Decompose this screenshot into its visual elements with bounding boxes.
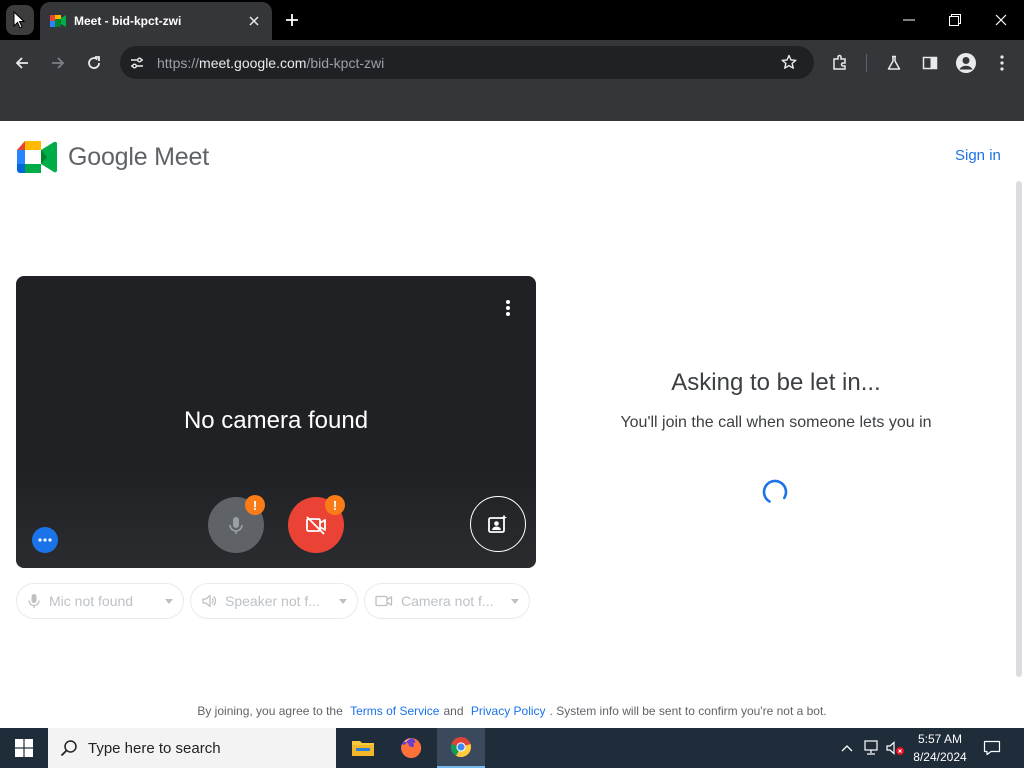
- volume-muted-icon[interactable]: [884, 728, 906, 768]
- tab-close-icon[interactable]: [246, 13, 262, 29]
- terms-link[interactable]: Terms of Service: [350, 704, 439, 718]
- chevron-down-icon: [511, 598, 519, 604]
- more-actions-button[interactable]: [32, 527, 58, 553]
- more-options-icon[interactable]: [500, 296, 516, 320]
- page-scrollbar[interactable]: [1016, 181, 1022, 677]
- url-text: https://meet.google.com/bid-kpct-zwi: [157, 55, 385, 71]
- speaker-icon: [202, 594, 217, 608]
- clock-date: 8/24/2024: [913, 750, 967, 764]
- restore-icon[interactable]: [932, 0, 978, 40]
- windows-taskbar: Type here to search 5:57 AM 8/24/2024: [0, 728, 1024, 768]
- preview-gradient: [16, 468, 536, 568]
- tray-chevron-up-icon[interactable]: [838, 728, 856, 768]
- logo-text: Google Meet: [68, 142, 209, 171]
- browser-toolbar: https://meet.google.com/bid-kpct-zwi: [0, 40, 1024, 85]
- mic-toggle-button[interactable]: !: [208, 495, 265, 553]
- bookmark-star-icon[interactable]: [781, 54, 797, 70]
- visual-effects-button[interactable]: [470, 496, 526, 552]
- file-explorer-icon[interactable]: [339, 728, 387, 768]
- new-tab-icon[interactable]: [281, 9, 303, 31]
- speaker-selector-label: Speaker not f...: [225, 593, 320, 609]
- browser-menu-icon[interactable]: [987, 48, 1017, 78]
- meet-logo-icon: [17, 141, 57, 173]
- meet-page: Google Meet Sign in No camera found ! !: [0, 121, 1024, 728]
- footer-prefix: By joining, you agree to the: [197, 704, 343, 718]
- mic-off-icon: [229, 517, 243, 534]
- camera-icon: [375, 595, 393, 607]
- mic-icon: [28, 594, 40, 608]
- more-horizontal-icon: [38, 538, 52, 542]
- toolbar-divider: [866, 54, 867, 72]
- video-preview: No camera found ! !: [16, 276, 536, 568]
- status-title: Asking to be let in...: [671, 369, 881, 396]
- status-subtitle: You'll join the call when someone lets y…: [620, 414, 932, 431]
- network-icon[interactable]: [860, 728, 882, 768]
- start-button[interactable]: [0, 728, 48, 768]
- notifications-icon[interactable]: [978, 728, 1006, 768]
- reload-icon[interactable]: [79, 48, 109, 78]
- tab-title: Meet - bid-kpct-zwi: [74, 14, 182, 28]
- mic-selector[interactable]: Mic not found: [16, 583, 184, 619]
- sign-in-link[interactable]: Sign in: [955, 147, 1001, 164]
- camera-selector[interactable]: Camera not f...: [364, 583, 530, 619]
- browser-titlebar: Meet - bid-kpct-zwi: [0, 0, 1024, 40]
- system-clock[interactable]: 5:57 AM 8/24/2024: [905, 730, 975, 766]
- speaker-selector[interactable]: Speaker not f...: [190, 583, 358, 619]
- minimize-icon[interactable]: [886, 0, 932, 40]
- tab-search-button[interactable]: [6, 5, 34, 35]
- spinner-icon: [762, 479, 788, 505]
- firefox-icon[interactable]: [387, 728, 435, 768]
- site-settings-icon[interactable]: [129, 55, 145, 71]
- search-icon: [60, 740, 77, 757]
- side-panel-icon[interactable]: [915, 48, 945, 78]
- cursor-icon: [13, 11, 26, 29]
- address-bar[interactable]: https://meet.google.com/bid-kpct-zwi: [120, 46, 814, 79]
- legal-footer: By joining, you agree to the Terms of Se…: [0, 704, 1024, 718]
- chrome-taskbar-icon[interactable]: [437, 728, 485, 768]
- meet-favicon-icon: [50, 15, 66, 27]
- camera-warning-badge: !: [325, 495, 345, 515]
- extensions-icon[interactable]: [825, 48, 855, 78]
- windows-logo-icon: [15, 739, 33, 757]
- clock-time: 5:57 AM: [917, 732, 963, 746]
- footer-and: and: [443, 704, 464, 718]
- mic-warning-badge: !: [245, 495, 265, 515]
- google-meet-logo[interactable]: Google Meet: [17, 141, 209, 173]
- camera-toggle-button[interactable]: !: [288, 495, 345, 553]
- search-placeholder: Type here to search: [88, 739, 221, 757]
- no-camera-message: No camera found: [183, 407, 369, 434]
- active-tab[interactable]: Meet - bid-kpct-zwi: [40, 2, 272, 40]
- back-icon[interactable]: [7, 48, 37, 78]
- mic-selector-label: Mic not found: [49, 593, 134, 609]
- visual-effects-icon: [488, 514, 507, 533]
- camera-selector-label: Camera not f...: [401, 593, 494, 609]
- join-status: Asking to be let in... You'll join the c…: [600, 369, 952, 435]
- bookmarks-bar: [0, 85, 1024, 121]
- chevron-down-icon: [165, 598, 173, 604]
- taskbar-search-box[interactable]: Type here to search: [48, 728, 336, 768]
- labs-flask-icon[interactable]: [879, 48, 909, 78]
- privacy-link[interactable]: Privacy Policy: [471, 704, 546, 718]
- forward-icon[interactable]: [43, 48, 73, 78]
- chevron-down-icon: [339, 598, 347, 604]
- camera-off-icon: [306, 516, 326, 535]
- close-window-icon[interactable]: [978, 0, 1024, 40]
- footer-suffix: . System info will be sent to confirm yo…: [549, 704, 827, 718]
- profile-avatar-icon[interactable]: [951, 48, 981, 78]
